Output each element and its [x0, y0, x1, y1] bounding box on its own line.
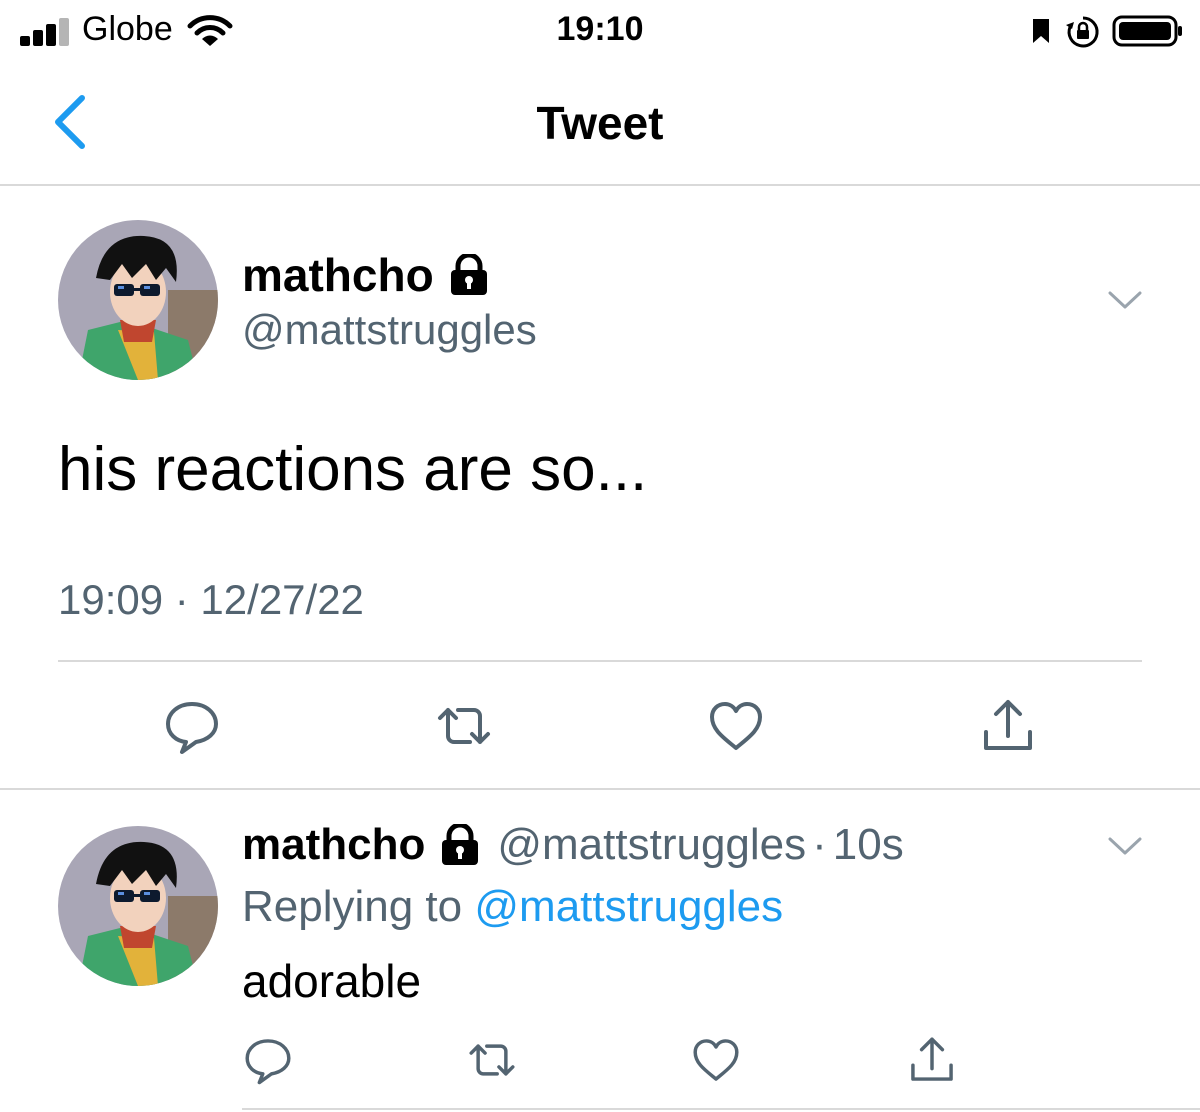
retweet-icon[interactable]: [434, 696, 494, 756]
replying-to: Replying to @mattstruggles: [242, 882, 783, 932]
reply-icon[interactable]: [242, 1034, 294, 1086]
separator-dot: ·: [812, 820, 827, 869]
like-icon[interactable]: [690, 1034, 742, 1086]
navigation-bar: Tweet: [0, 62, 1200, 186]
display-name: mathcho: [242, 249, 434, 301]
avatar[interactable]: [58, 220, 218, 380]
status-bar: Globe 19:10: [0, 0, 1200, 62]
orientation-lock-icon: [1066, 16, 1099, 48]
chevron-down-icon[interactable]: [1108, 836, 1142, 856]
replying-to-link[interactable]: @mattstruggles: [474, 882, 783, 931]
tweet-timestamp[interactable]: 19:09 · 12/27/22: [58, 576, 364, 624]
tweet-text: his reactions are so...: [58, 435, 648, 504]
battery-icon: [1112, 15, 1182, 47]
status-time: 19:10: [556, 10, 644, 48]
bookmark-icon: [1033, 19, 1049, 43]
reply-icon[interactable]: [162, 696, 222, 756]
author-handle[interactable]: @mattstruggles: [242, 306, 537, 354]
author-handle[interactable]: @mattstruggles: [497, 820, 806, 870]
avatar[interactable]: [58, 826, 218, 986]
reply-text: adorable: [242, 955, 422, 1007]
divider: [0, 788, 1200, 790]
page-title: Tweet: [536, 97, 664, 149]
like-icon[interactable]: [706, 696, 766, 756]
chevron-down-icon[interactable]: [1108, 290, 1142, 310]
lock-icon: [442, 824, 479, 865]
replying-prefix: Replying to: [242, 882, 463, 931]
lock-icon: [450, 254, 487, 295]
share-icon[interactable]: [978, 696, 1038, 756]
reply-header: mathcho @mattstruggles · 10s: [242, 820, 904, 870]
divider: [58, 660, 1142, 662]
divider: [242, 1108, 1200, 1110]
author-name[interactable]: mathcho: [242, 248, 492, 302]
display-name[interactable]: mathcho: [242, 820, 425, 870]
retweet-icon[interactable]: [466, 1034, 518, 1086]
reply-age: 10s: [832, 820, 904, 869]
share-icon[interactable]: [906, 1034, 958, 1086]
